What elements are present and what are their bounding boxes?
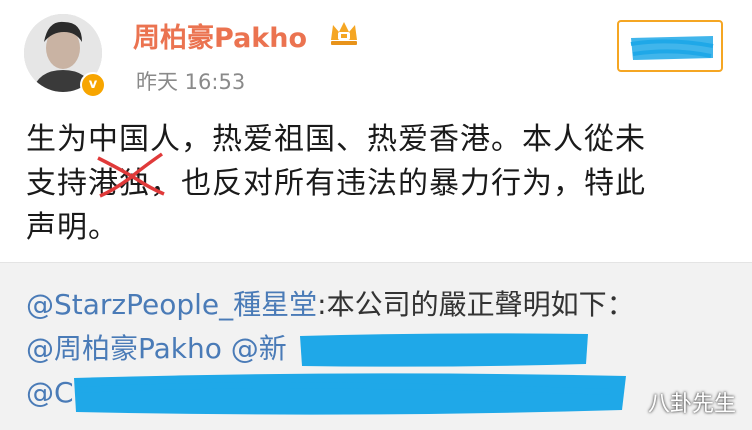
post-line-2-post: ，也反对所有违法的暴力行为，特此 xyxy=(150,166,646,201)
crown-vip-icon xyxy=(331,22,357,45)
verified-badge-icon: v xyxy=(80,72,106,98)
redaction-scribble xyxy=(630,36,714,60)
repost-statement: :本公司的嚴正聲明如下： xyxy=(317,288,635,321)
follow-button[interactable] xyxy=(617,20,723,72)
mention-pakho[interactable]: @周柏豪Pakho xyxy=(26,332,222,365)
mention-redacted-2[interactable]: @新 xyxy=(231,332,287,365)
mention-starzpeople[interactable]: @StarzPeople_種星堂 xyxy=(26,288,317,321)
redaction-scribble-line3 xyxy=(74,373,626,415)
repost-line-1: @StarzPeople_種星堂:本公司的嚴正聲明如下： xyxy=(26,283,635,327)
post-timestamp: 昨天 16:53 xyxy=(136,70,246,94)
weibo-post: v 周柏豪Pakho 昨天 16:53 生为中国人，热爱祖国、热爱香港。本人從未… xyxy=(0,0,752,262)
post-line-2-pre: 支持 xyxy=(26,166,88,201)
red-cross-mark xyxy=(97,152,165,198)
username[interactable]: 周柏豪Pakho xyxy=(133,16,307,55)
redaction-scribble-line2 xyxy=(300,333,588,367)
watermark: 八卦先生 xyxy=(648,392,737,417)
post-line-3: 声明。 xyxy=(26,210,119,245)
